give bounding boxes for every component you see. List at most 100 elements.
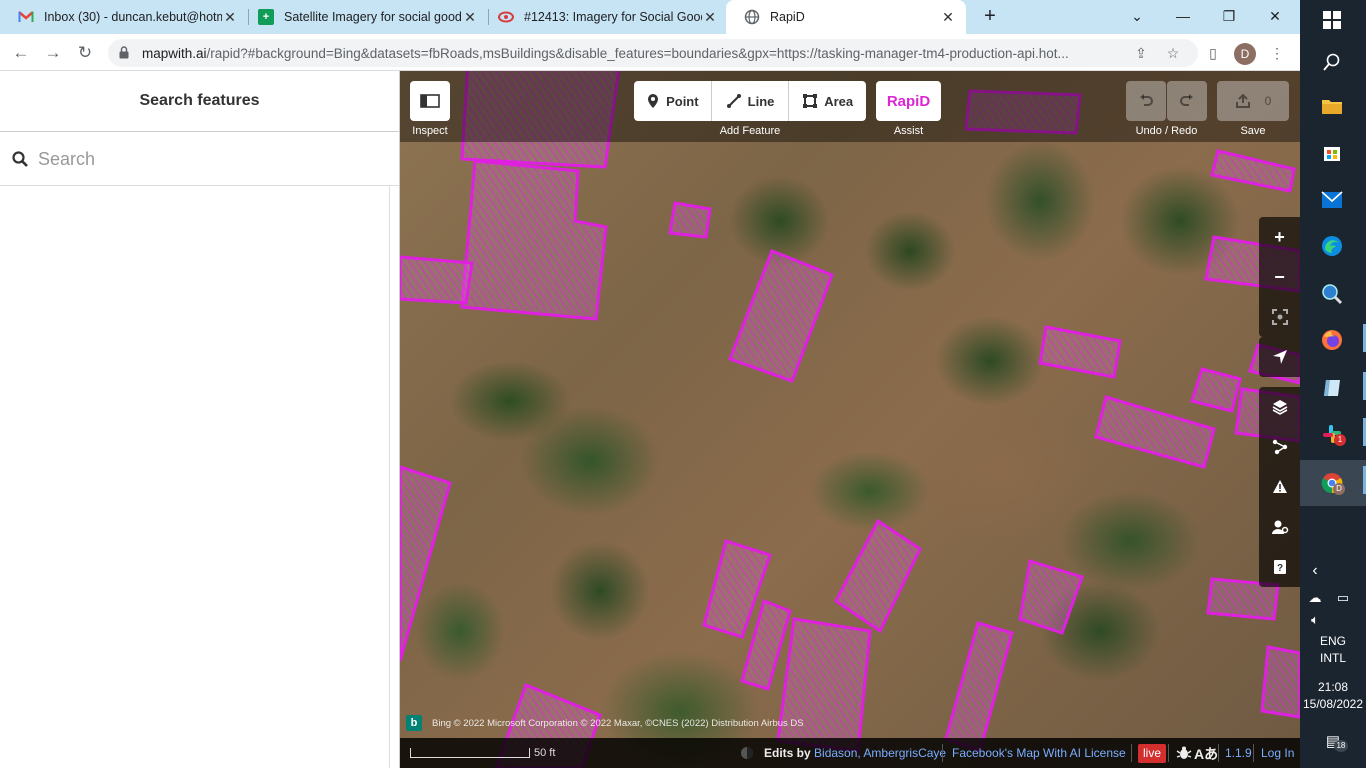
magnifier-app-icon[interactable] xyxy=(1318,280,1346,308)
close-tab-icon[interactable]: ✕ xyxy=(702,9,718,26)
lock-icon xyxy=(119,46,129,59)
search-input[interactable] xyxy=(38,146,378,172)
mail-icon[interactable] xyxy=(1318,186,1346,214)
undo-button[interactable] xyxy=(1126,81,1166,121)
close-window-button[interactable]: ✕ xyxy=(1252,0,1298,34)
slack-icon[interactable]: 1 xyxy=(1318,420,1346,448)
geolocate-button[interactable] xyxy=(1259,337,1300,377)
firefox-icon[interactable] xyxy=(1318,326,1346,354)
map-data-button[interactable] xyxy=(1259,427,1300,467)
tasking-manager-icon xyxy=(498,9,514,25)
building[interactable] xyxy=(1038,325,1122,379)
version-text[interactable]: 1.1.9 xyxy=(1225,746,1252,760)
edge-icon[interactable] xyxy=(1318,232,1346,260)
history-icon[interactable] xyxy=(740,746,754,760)
save-count: 0 xyxy=(1264,94,1272,108)
map-footer: 50 ft Edits by Bidason, AmbergrisCaye Fa… xyxy=(400,738,1300,768)
microsoft-store-icon[interactable] xyxy=(1318,138,1346,166)
building[interactable] xyxy=(944,621,1014,753)
sidebar-toggle-icon xyxy=(420,94,440,108)
clock-time: 21:08 xyxy=(1317,680,1349,694)
login-link[interactable]: Log In xyxy=(1261,746,1294,760)
warning-icon xyxy=(1272,480,1287,493)
close-tab-icon[interactable]: ✕ xyxy=(222,9,238,26)
forward-button[interactable]: → xyxy=(40,40,66,66)
area-label: Area xyxy=(824,93,854,109)
building[interactable] xyxy=(776,617,872,753)
geolocate-icon xyxy=(1272,350,1287,364)
add-line-button[interactable]: Line xyxy=(712,81,790,121)
input-language[interactable]: ENG INTL xyxy=(1300,634,1366,665)
building[interactable] xyxy=(460,159,608,321)
building[interactable] xyxy=(834,518,922,634)
building[interactable] xyxy=(400,255,474,305)
close-tab-icon[interactable]: ✕ xyxy=(462,9,478,26)
zoom-out-button[interactable]: − xyxy=(1259,257,1300,297)
scale-bar[interactable] xyxy=(410,748,530,758)
reload-button[interactable]: ↻ xyxy=(72,40,98,66)
tab-tasking-manager[interactable]: #12413: Imagery for Social Good ✕ xyxy=(480,0,728,34)
chrome-profile-badge: D xyxy=(1333,483,1345,495)
file-explorer-icon[interactable] xyxy=(1318,92,1346,120)
license-link[interactable]: Facebook's Map With AI License xyxy=(952,746,1126,760)
building[interactable] xyxy=(1210,149,1296,193)
tab-search-icon[interactable]: ⌄ xyxy=(1114,0,1160,34)
tab-title: Satellite Imagery for social good xyxy=(284,10,462,24)
battery-icon[interactable]: ▭ xyxy=(1310,590,1366,606)
new-tab-button[interactable]: + xyxy=(978,5,1002,29)
menu-icon[interactable]: ⋮ xyxy=(1266,42,1288,64)
building[interactable] xyxy=(728,249,834,383)
bug-icon[interactable] xyxy=(1176,745,1192,761)
preferences-button[interactable] xyxy=(1259,507,1300,547)
back-button[interactable]: ← xyxy=(8,40,34,66)
restore-button[interactable]: ❐ xyxy=(1206,0,1252,34)
search-icon[interactable] xyxy=(1318,48,1346,76)
add-area-button[interactable]: Area xyxy=(789,81,866,121)
close-tab-icon[interactable]: ✕ xyxy=(940,9,956,26)
language-icon[interactable]: Aあ xyxy=(1194,744,1218,764)
zoom-in-button[interactable]: + xyxy=(1259,217,1300,257)
chrome-icon[interactable]: D xyxy=(1318,469,1346,497)
building[interactable] xyxy=(400,465,452,662)
address-bar[interactable]: mapwith.ai/rapid?#background=Bing&datase… xyxy=(108,39,1198,67)
inspect-button[interactable] xyxy=(410,81,450,121)
tab-rapid[interactable]: RapiD ✕ xyxy=(726,0,966,34)
tab-gmail[interactable]: Inbox (30) - duncan.kebut@hotm ✕ xyxy=(0,0,248,34)
license-text[interactable]: Facebook's Map With AI License xyxy=(952,746,1126,760)
bookmark-star-icon[interactable]: ☆ xyxy=(1164,44,1182,62)
clock[interactable]: 21:08 15/08/2022 xyxy=(1300,680,1366,711)
building[interactable] xyxy=(668,201,712,239)
add-point-button[interactable]: Point xyxy=(634,81,712,121)
tab-title: #12413: Imagery for Social Good xyxy=(524,10,702,24)
volume-icon[interactable]: 🔈︎ xyxy=(1282,612,1348,628)
notification-center-icon[interactable]: ▤ 18 xyxy=(1300,732,1366,752)
minimize-button[interactable]: — xyxy=(1160,0,1206,34)
tab-sheets[interactable]: + Satellite Imagery for social good ✕ xyxy=(240,0,488,34)
building[interactable] xyxy=(1018,559,1084,635)
sidebar-resizer[interactable] xyxy=(389,186,390,768)
rapid-button[interactable]: RapiD xyxy=(876,81,941,121)
version-link[interactable]: 1.1.9 xyxy=(1225,746,1252,760)
building[interactable] xyxy=(1094,395,1216,469)
save-button[interactable]: 0 xyxy=(1217,81,1289,121)
building[interactable] xyxy=(1260,645,1300,719)
show-hidden-icons-button[interactable]: ‹ xyxy=(1282,562,1348,580)
map-canvas[interactable]: Inspect Point Line Area Add Feature Rapi… xyxy=(400,71,1300,768)
login-text[interactable]: Log In xyxy=(1261,746,1294,760)
background-settings-button[interactable] xyxy=(1259,387,1300,427)
map-controls: + − ? xyxy=(1259,217,1300,587)
zoom-selection-icon xyxy=(1271,309,1288,325)
windows-start-icon[interactable] xyxy=(1318,6,1346,34)
share-icon[interactable]: ⇪ xyxy=(1132,44,1150,62)
building[interactable] xyxy=(1190,367,1242,413)
zoom-to-selection-button[interactable] xyxy=(1259,297,1300,337)
notes-app-icon[interactable] xyxy=(1318,374,1346,402)
edits-prefix: Edits by xyxy=(764,746,811,760)
issues-button[interactable] xyxy=(1259,467,1300,507)
attribution-text: Bing © 2022 Microsoft Corporation © 2022… xyxy=(432,717,804,729)
side-panel-icon[interactable]: ▯ xyxy=(1202,42,1224,64)
imagery-attribution: b Bing © 2022 Microsoft Corporation © 20… xyxy=(406,715,804,731)
redo-button[interactable] xyxy=(1167,81,1207,121)
editors-link[interactable]: Bidason, AmbergrisCaye xyxy=(814,746,946,760)
profile-avatar[interactable]: D xyxy=(1234,43,1256,65)
